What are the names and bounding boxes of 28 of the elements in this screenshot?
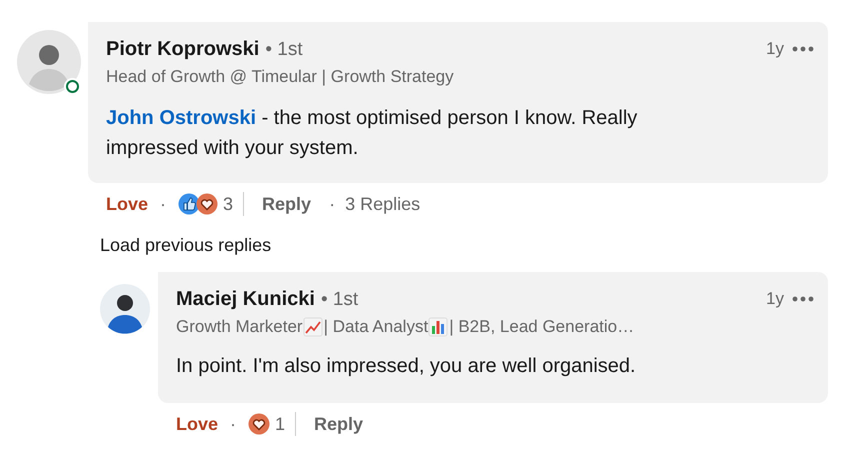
- author-name[interactable]: Piotr Koprowski: [106, 38, 260, 61]
- mention-link[interactable]: John Ostrowski: [106, 107, 256, 129]
- comment-text: John Ostrowski - the most optimised person I know. Really impressed with your system.: [106, 106, 638, 161]
- connection-degree: • 1st: [265, 39, 303, 61]
- reply-button[interactable]: Reply: [314, 414, 364, 434]
- rising-chart-icon: [302, 317, 323, 337]
- reply-button[interactable]: Reply: [262, 194, 312, 214]
- timestamp: 1y: [766, 289, 784, 309]
- load-previous-replies-link[interactable]: Load previous replies: [100, 235, 272, 256]
- more-options-icon: [792, 46, 814, 52]
- avatar-silhouette: [100, 284, 150, 334]
- more-options-icon: [792, 296, 814, 302]
- separator-dot: ·: [329, 194, 336, 214]
- avatar-silhouette: [17, 30, 81, 94]
- reaction-count[interactable]: 3: [223, 194, 234, 214]
- separator-dot: ·: [230, 414, 236, 434]
- love-reaction-button[interactable]: Love: [176, 414, 218, 434]
- author-headline: Growth Marketer | Data Analyst | B2B, Lead Generatio…: [176, 317, 634, 337]
- author-headline: Head of Growth @ Timeular | Growth Strategy: [106, 67, 454, 87]
- connection-degree: • 1st: [320, 289, 358, 311]
- replies-count-link[interactable]: 3 Replies: [345, 194, 420, 214]
- love-reaction-button[interactable]: Love: [106, 194, 148, 214]
- author-name[interactable]: Maciej Kunicki: [176, 288, 315, 311]
- timestamp: 1y: [766, 39, 784, 59]
- reaction-count[interactable]: 1: [275, 414, 286, 434]
- separator-dot: ·: [160, 194, 166, 214]
- bar-chart-icon: [428, 317, 448, 337]
- comment-text: In point. I'm also impressed, you are well organised.: [176, 354, 637, 379]
